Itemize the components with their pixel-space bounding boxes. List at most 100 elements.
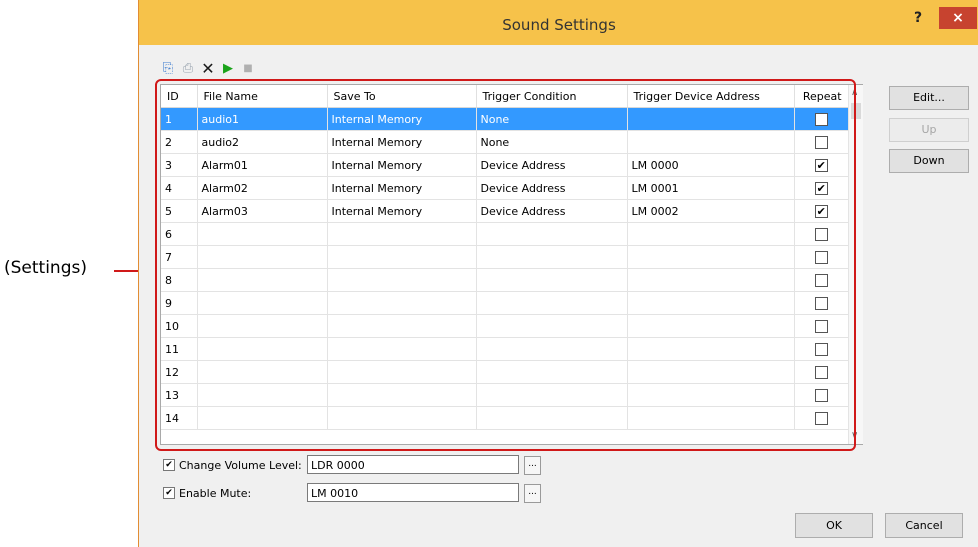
- repeat-checkbox[interactable]: [814, 388, 828, 402]
- cell-file-name[interactable]: [197, 360, 328, 384]
- repeat-checkbox[interactable]: [814, 250, 828, 264]
- cell-repeat[interactable]: [794, 406, 848, 430]
- cell-trigger-condition[interactable]: [476, 406, 628, 430]
- enable-mute-checkbox[interactable]: ✔: [163, 487, 175, 499]
- cell-repeat[interactable]: ✔: [794, 176, 848, 200]
- vertical-scrollbar[interactable]: ∧ ∨: [848, 85, 863, 444]
- help-button[interactable]: ?: [914, 10, 922, 26]
- paste-icon[interactable]: ⎙: [179, 59, 197, 77]
- table-row[interactable]: 3 Alarm01 Internal Memory Device Address LM …: [161, 153, 848, 177]
- change-volume-checkbox[interactable]: ✔: [163, 459, 175, 471]
- cell-save-to[interactable]: [327, 360, 477, 384]
- cell-trigger-device-address[interactable]: LM 0001: [627, 176, 795, 200]
- cell-repeat[interactable]: [794, 130, 848, 154]
- table-row[interactable]: 7: [161, 245, 848, 269]
- edit-button[interactable]: Edit...: [889, 86, 969, 110]
- table-row[interactable]: 12: [161, 360, 848, 384]
- col-header-file-name[interactable]: File Name: [197, 85, 328, 108]
- cell-file-name[interactable]: audio2: [197, 130, 328, 154]
- cell-id[interactable]: 9: [161, 291, 198, 315]
- cell-repeat[interactable]: [794, 383, 848, 407]
- cell-id[interactable]: 14: [161, 406, 198, 430]
- mute-device-input[interactable]: LM 0010: [307, 483, 519, 502]
- cell-save-to[interactable]: [327, 222, 477, 246]
- cell-file-name[interactable]: audio1: [197, 107, 328, 131]
- down-button[interactable]: Down: [889, 149, 969, 173]
- cell-repeat[interactable]: [794, 291, 848, 315]
- cell-save-to[interactable]: [327, 291, 477, 315]
- cell-trigger-device-address[interactable]: [627, 107, 795, 131]
- cell-trigger-device-address[interactable]: [627, 245, 795, 269]
- table-row[interactable]: 1 audio1 Internal Memory None: [161, 107, 848, 131]
- cell-trigger-device-address[interactable]: [627, 291, 795, 315]
- repeat-checkbox[interactable]: [814, 135, 828, 149]
- table-row[interactable]: 6: [161, 222, 848, 246]
- cell-id[interactable]: 6: [161, 222, 198, 246]
- repeat-checkbox[interactable]: [814, 319, 828, 333]
- cell-trigger-device-address[interactable]: [627, 383, 795, 407]
- cell-id[interactable]: 1: [161, 107, 198, 131]
- up-button[interactable]: Up: [889, 118, 969, 142]
- table-row[interactable]: 14: [161, 406, 848, 430]
- mute-browse-button[interactable]: ...: [524, 484, 541, 503]
- cell-trigger-device-address[interactable]: [627, 314, 795, 338]
- cell-repeat[interactable]: [794, 268, 848, 292]
- volume-browse-button[interactable]: ...: [524, 456, 541, 475]
- cell-trigger-condition[interactable]: None: [476, 107, 628, 131]
- cell-save-to[interactable]: Internal Memory: [327, 176, 477, 200]
- cell-trigger-device-address[interactable]: LM 0002: [627, 199, 795, 223]
- table-row[interactable]: 2 audio2 Internal Memory None: [161, 130, 848, 154]
- scroll-thumb[interactable]: [851, 103, 861, 119]
- cancel-button[interactable]: Cancel: [885, 513, 963, 538]
- repeat-checkbox[interactable]: [814, 411, 828, 425]
- ok-button[interactable]: OK: [795, 513, 873, 538]
- repeat-checkbox[interactable]: ✔: [814, 181, 828, 195]
- repeat-checkbox[interactable]: [814, 227, 828, 241]
- cell-file-name[interactable]: [197, 337, 328, 361]
- cell-id[interactable]: 8: [161, 268, 198, 292]
- cell-save-to[interactable]: [327, 337, 477, 361]
- cell-repeat[interactable]: [794, 360, 848, 384]
- cell-file-name[interactable]: [197, 268, 328, 292]
- scroll-down-icon[interactable]: ∨: [851, 430, 858, 441]
- cell-repeat[interactable]: ✔: [794, 153, 848, 177]
- repeat-checkbox[interactable]: [814, 296, 828, 310]
- cell-save-to[interactable]: Internal Memory: [327, 199, 477, 223]
- col-header-repeat[interactable]: Repeat: [794, 85, 848, 108]
- cell-trigger-condition[interactable]: Device Address: [476, 176, 628, 200]
- cell-file-name[interactable]: Alarm02: [197, 176, 328, 200]
- stop-icon[interactable]: ■: [239, 59, 257, 77]
- table-row[interactable]: 4 Alarm02 Internal Memory Device Address LM …: [161, 176, 848, 200]
- col-header-trigger-device-address[interactable]: Trigger Device Address: [627, 85, 795, 108]
- cell-save-to[interactable]: [327, 383, 477, 407]
- cell-trigger-condition[interactable]: [476, 291, 628, 315]
- table-row[interactable]: 9: [161, 291, 848, 315]
- cell-trigger-condition[interactable]: [476, 314, 628, 338]
- cell-trigger-condition[interactable]: Device Address: [476, 199, 628, 223]
- cell-id[interactable]: 4: [161, 176, 198, 200]
- col-header-id[interactable]: ID: [161, 85, 198, 108]
- repeat-checkbox[interactable]: [814, 365, 828, 379]
- cell-file-name[interactable]: Alarm01: [197, 153, 328, 177]
- cell-trigger-device-address[interactable]: [627, 406, 795, 430]
- cell-trigger-device-address[interactable]: [627, 268, 795, 292]
- cell-id[interactable]: 12: [161, 360, 198, 384]
- cell-file-name[interactable]: [197, 406, 328, 430]
- cell-id[interactable]: 7: [161, 245, 198, 269]
- repeat-checkbox[interactable]: [814, 112, 828, 126]
- cell-repeat[interactable]: [794, 314, 848, 338]
- col-header-trigger-condition[interactable]: Trigger Condition: [476, 85, 628, 108]
- table-row[interactable]: 11: [161, 337, 848, 361]
- repeat-checkbox[interactable]: [814, 342, 828, 356]
- cell-file-name[interactable]: [197, 383, 328, 407]
- scroll-up-icon[interactable]: ∧: [851, 87, 858, 98]
- table-row[interactable]: 10: [161, 314, 848, 338]
- cell-id[interactable]: 3: [161, 153, 198, 177]
- cell-trigger-condition[interactable]: Device Address: [476, 153, 628, 177]
- cell-trigger-device-address[interactable]: LM 0000: [627, 153, 795, 177]
- cell-file-name[interactable]: [197, 222, 328, 246]
- cell-file-name[interactable]: [197, 314, 328, 338]
- repeat-checkbox[interactable]: ✔: [814, 158, 828, 172]
- col-header-save-to[interactable]: Save To: [327, 85, 477, 108]
- cell-save-to[interactable]: [327, 268, 477, 292]
